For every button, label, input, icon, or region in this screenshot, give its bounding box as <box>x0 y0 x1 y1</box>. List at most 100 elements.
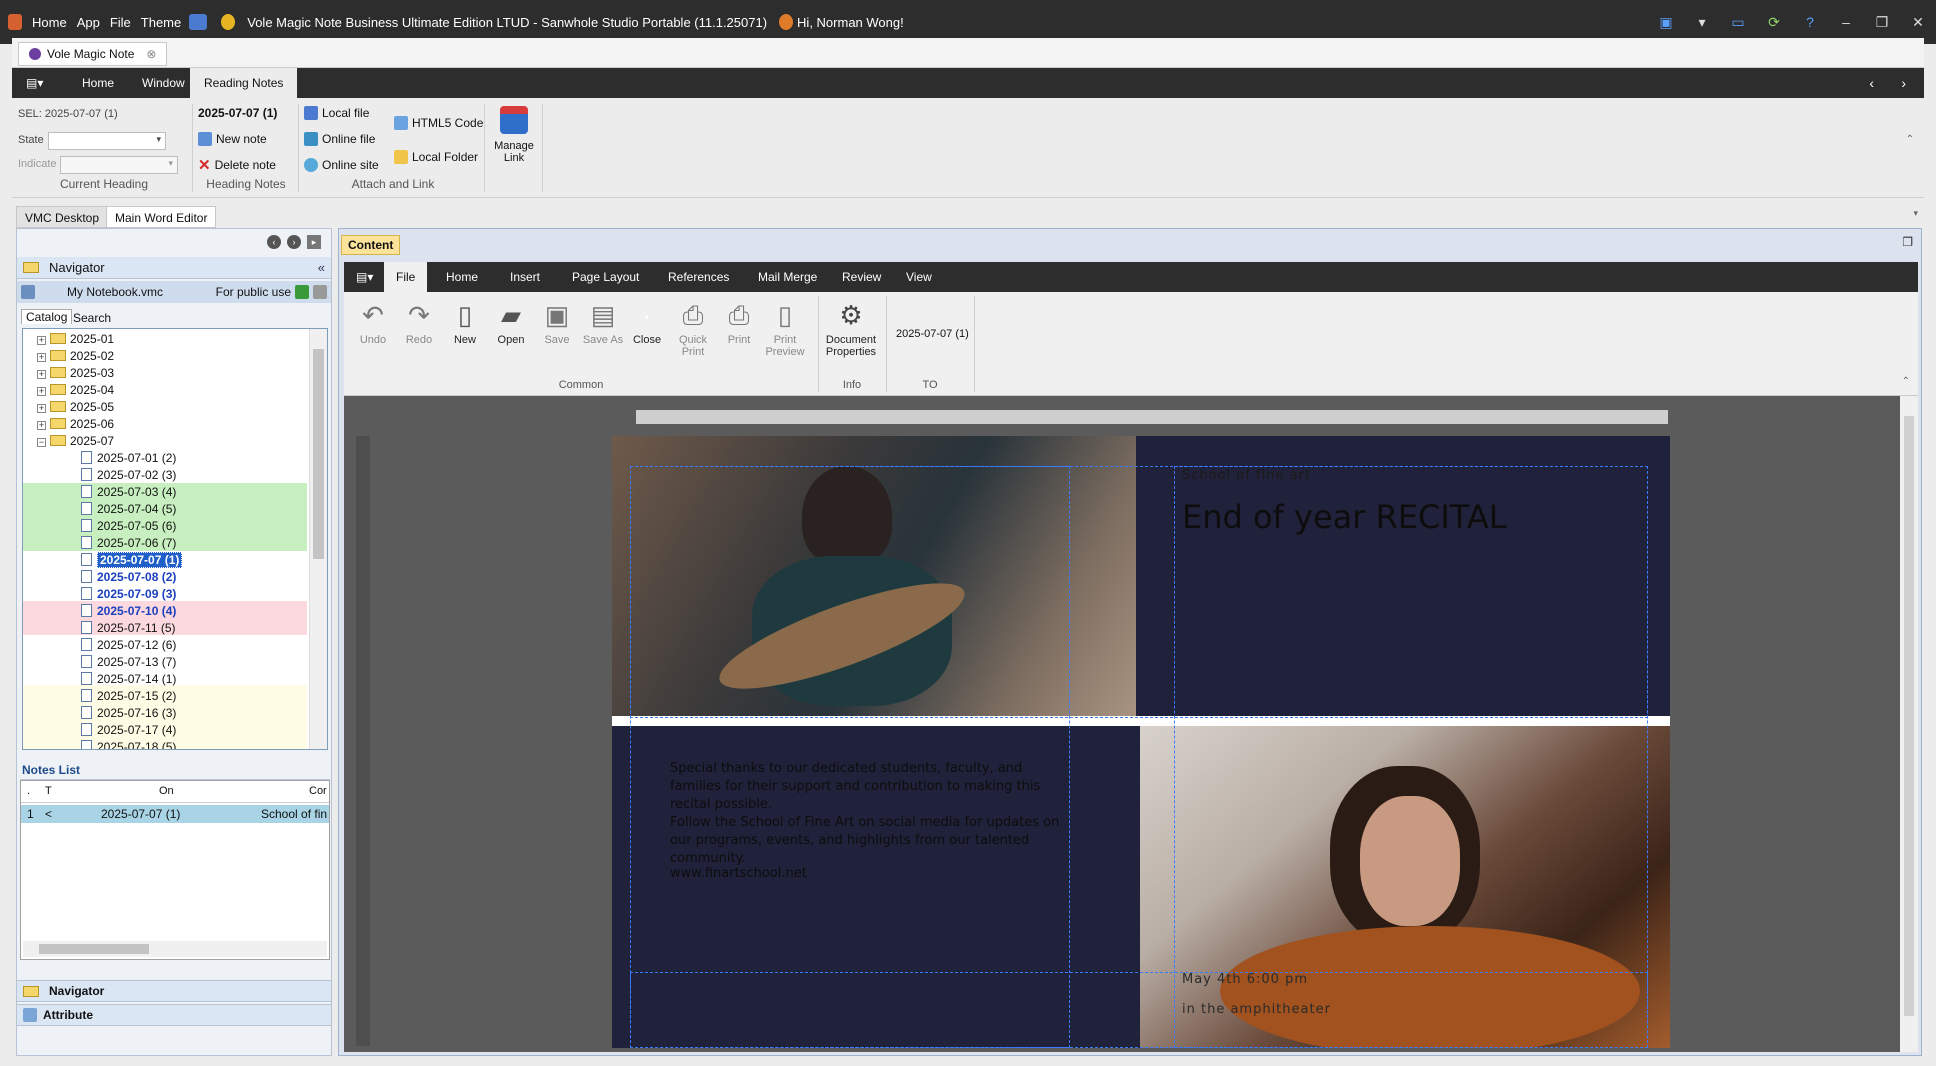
col-on[interactable]: On <box>159 785 174 797</box>
monitor-icon[interactable]: ▭ <box>1720 14 1756 31</box>
manage-link-button[interactable]: Manage Link <box>490 106 538 164</box>
tree-note[interactable]: 2025-07-05 (6) <box>81 518 176 535</box>
content-tab[interactable]: Content <box>341 235 401 255</box>
notes-hscroll[interactable] <box>23 941 327 957</box>
menu-theme[interactable]: Theme <box>141 15 181 30</box>
vertical-ruler[interactable] <box>356 436 370 1046</box>
tree-folder[interactable]: +2025-02 <box>37 348 114 365</box>
scroll-left-icon[interactable]: ‹ <box>1855 68 1888 98</box>
dropdown-icon[interactable]: ▾ <box>1684 14 1720 31</box>
tree-note[interactable]: 2025-07-08 (2) <box>81 569 176 586</box>
screen-icon[interactable]: ▣ <box>1648 14 1684 31</box>
notebook-name[interactable]: My Notebook.vmc <box>67 285 163 299</box>
tree-note[interactable]: 2025-07-15 (2) <box>81 688 176 705</box>
save-as-button[interactable]: ▤ Save As <box>580 300 626 346</box>
recital-headline[interactable]: End of year RECITAL <box>1182 498 1507 536</box>
menu-home[interactable]: Home <box>32 15 67 30</box>
indicate-combo[interactable]: ▾ <box>60 156 178 174</box>
redo-button[interactable]: ↷ Redo <box>396 300 442 346</box>
tab-window[interactable]: Window <box>128 68 199 98</box>
forward-icon[interactable]: › <box>287 235 301 249</box>
tree-folder[interactable]: +2025-03 <box>37 365 114 382</box>
close-doc-button[interactable]: · Close <box>624 300 670 346</box>
follow-paragraph[interactable]: Follow the School of Fine Art on social … <box>670 814 1070 868</box>
html5-code-button[interactable]: HTML5 Code <box>394 116 483 130</box>
etab-file[interactable]: File <box>384 262 428 292</box>
quick-print-button[interactable]: ⎙ Quick Print <box>670 300 716 358</box>
tree-note[interactable]: 2025-07-10 (4) <box>81 603 176 620</box>
view-dropdown-icon[interactable]: ▾ <box>1913 208 1918 219</box>
local-folder-button[interactable]: Local Folder <box>394 150 478 164</box>
bottom-navigator[interactable]: Navigator <box>16 980 332 1002</box>
etab-references[interactable]: References <box>656 262 741 292</box>
tree-note[interactable]: 2025-07-11 (5) <box>81 620 176 637</box>
close-tab-icon[interactable]: ⊗ <box>146 47 156 61</box>
tree-note[interactable]: 2025-07-14 (1) <box>81 671 176 688</box>
tab-catalog[interactable]: Catalog <box>21 309 73 324</box>
tree-note[interactable]: 2025-07-07 (1) <box>81 552 183 569</box>
expand-icon[interactable]: + <box>37 421 46 430</box>
tree-scrollbar-thumb[interactable] <box>313 349 324 559</box>
menu-app[interactable]: App <box>77 15 100 30</box>
tree-note[interactable]: 2025-07-04 (5) <box>81 501 176 518</box>
tree-folder[interactable]: +2025-01 <box>37 331 114 348</box>
tree-note[interactable]: 2025-07-02 (3) <box>81 467 176 484</box>
collapse-editor-ribbon-icon[interactable]: ⌃ <box>1902 376 1910 387</box>
col-t[interactable]: T <box>45 785 52 797</box>
tree-scrollbar[interactable] <box>309 329 327 749</box>
etab-insert[interactable]: Insert <box>498 262 552 292</box>
maximize-icon[interactable]: ❐ <box>1902 235 1913 249</box>
refresh-icon[interactable]: ⟳ <box>1756 14 1792 31</box>
print-button[interactable]: ⎙ Print <box>716 300 762 346</box>
tree-note[interactable]: 2025-07-18 (5) <box>81 739 176 749</box>
restore-button[interactable]: ❐ <box>1864 14 1900 31</box>
panel-menu-icon[interactable]: ▸ <box>307 235 321 249</box>
event-venue[interactable]: in the amphitheater <box>1182 1002 1331 1017</box>
document-page[interactable]: School of fine art End of year RECITAL S… <box>612 436 1670 1048</box>
notes-row[interactable]: 1 < 2025-07-07 (1) School of fin <box>21 805 329 823</box>
notes-hscroll-thumb[interactable] <box>39 944 149 954</box>
expand-icon[interactable]: − <box>37 438 46 447</box>
website[interactable]: www.finartschool.net <box>670 866 807 881</box>
new-button[interactable]: ▯ New <box>442 300 488 346</box>
tree-note[interactable]: 2025-07-12 (6) <box>81 637 176 654</box>
delete-note-button[interactable]: ✕ Delete note <box>198 156 276 174</box>
app-menu-icon[interactable]: ▤▾ <box>12 68 48 98</box>
etab-mail-merge[interactable]: Mail Merge <box>746 262 829 292</box>
tab-vole-magic-note[interactable]: Vole Magic Note ⊗ <box>18 42 168 66</box>
online-file-button[interactable]: Online file <box>304 132 375 146</box>
expand-icon[interactable]: + <box>37 370 46 379</box>
undo-button[interactable]: ↶ Undo <box>350 300 396 346</box>
smiley-icon[interactable] <box>221 14 236 30</box>
horizontal-ruler[interactable] <box>636 410 1668 424</box>
event-date[interactable]: May 4th 6:00 pm <box>1182 972 1308 987</box>
tree-note[interactable]: 2025-07-17 (4) <box>81 722 176 739</box>
tab-home[interactable]: Home <box>68 68 128 98</box>
tree-note[interactable]: 2025-07-16 (3) <box>81 705 176 722</box>
tree-folder[interactable]: +2025-05 <box>37 399 114 416</box>
help-icon[interactable]: ? <box>1792 14 1828 30</box>
tab-vmc-desktop[interactable]: VMC Desktop <box>16 206 109 228</box>
scroll-right-icon[interactable]: › <box>1887 68 1920 98</box>
new-note-button[interactable]: New note <box>198 132 267 146</box>
tab-main-word-editor[interactable]: Main Word Editor <box>106 206 217 228</box>
expand-icon[interactable]: + <box>37 353 46 362</box>
tab-reading-notes[interactable]: Reading Notes <box>190 68 298 98</box>
tree-note[interactable]: 2025-07-01 (2) <box>81 450 176 467</box>
menu-file[interactable]: File <box>110 15 131 30</box>
etab-review[interactable]: Review <box>830 262 893 292</box>
collapse-left-icon[interactable]: « <box>318 260 325 275</box>
editor-menu-icon[interactable]: ▤▾ <box>344 262 384 292</box>
tree-note[interactable]: 2025-07-03 (4) <box>81 484 176 501</box>
online-site-button[interactable]: Online site <box>304 158 379 172</box>
state-combo[interactable]: ▾ <box>48 132 166 150</box>
print-preview-button[interactable]: ▯ Print Preview <box>762 300 808 358</box>
expand-icon[interactable]: + <box>37 336 46 345</box>
back-icon[interactable]: ‹ <box>267 235 281 249</box>
tree-folder[interactable]: +2025-04 <box>37 382 114 399</box>
tree-folder[interactable]: −2025-07 <box>37 433 114 450</box>
expand-icon[interactable]: + <box>37 404 46 413</box>
bottom-attribute[interactable]: Attribute <box>16 1004 332 1026</box>
calendar-icon[interactable] <box>189 14 208 30</box>
collapse-ribbon-icon[interactable]: ⌃ <box>1906 134 1914 145</box>
